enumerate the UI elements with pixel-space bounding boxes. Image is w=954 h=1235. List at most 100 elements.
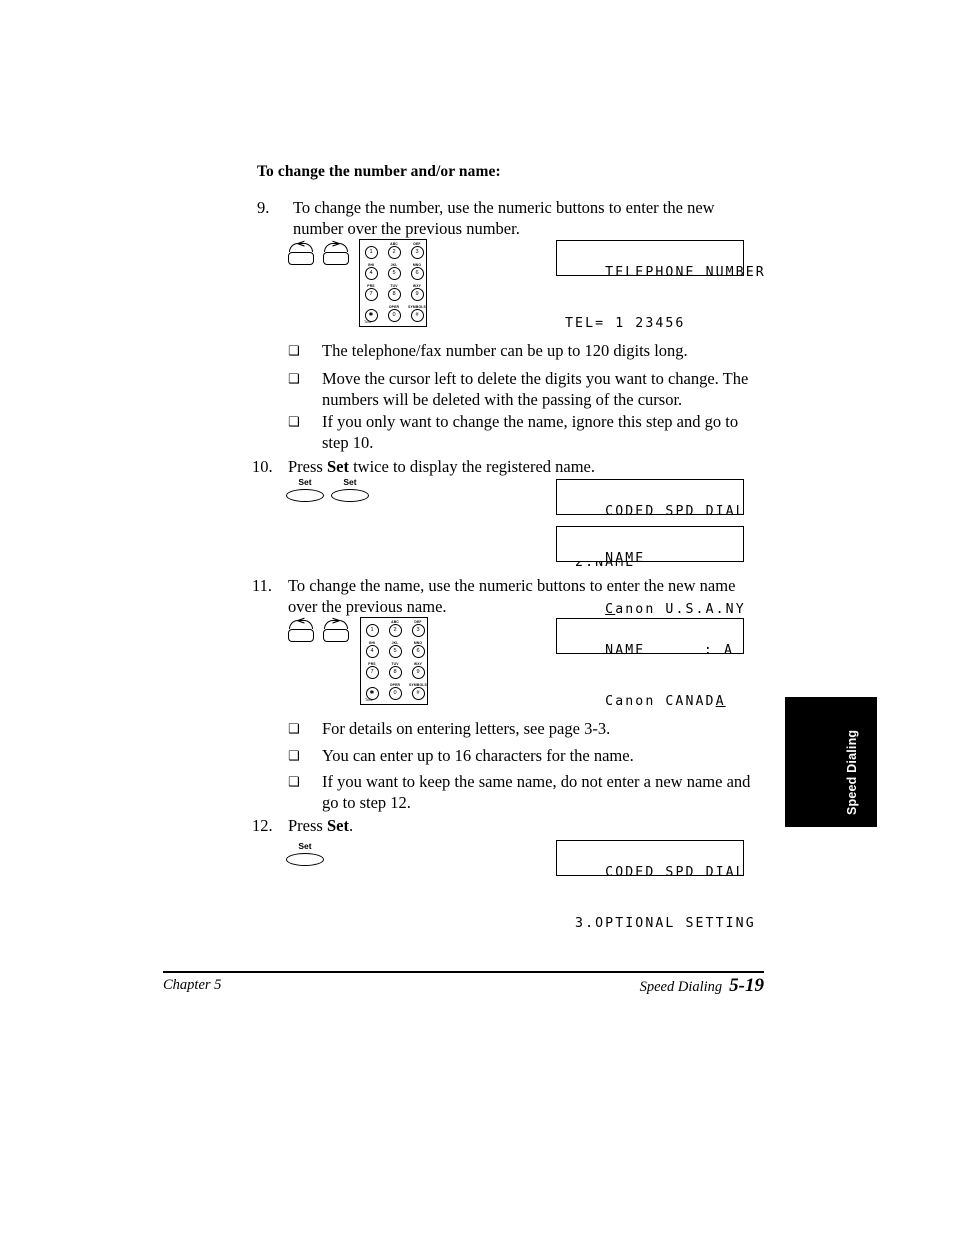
step-10-text-before: Press xyxy=(288,457,327,476)
key-0[interactable]: OPER 0 xyxy=(384,683,406,703)
key-8-letters: TUV xyxy=(390,283,398,288)
footer-page-number: 5-19 xyxy=(729,975,764,996)
lcd-display-coded-spd-dial-name: CODED SPD DIAL 2.NAME xyxy=(556,479,744,570)
set-button-3[interactable]: Set xyxy=(285,841,325,868)
bullet-item: ❑ Move the cursor left to delete the dig… xyxy=(288,368,763,410)
key-6-letters: MNO xyxy=(412,262,422,267)
set-button-2[interactable]: Set xyxy=(330,477,370,504)
key-6[interactable]: MNO 6 xyxy=(406,263,428,283)
page-heading: To change the number and/or name: xyxy=(257,163,501,180)
step-11-text: To change the name, use the numeric butt… xyxy=(288,576,736,616)
step-12: 12. Press Set. xyxy=(252,815,652,836)
side-tab-label: Speed Dialing xyxy=(845,729,859,815)
set-button-label: Set xyxy=(298,841,312,851)
key-2-digit: 2 xyxy=(393,627,397,633)
step-12-number: 12. xyxy=(252,816,273,835)
key-9-letters: WXY xyxy=(412,283,422,288)
step-10-text: Press Set twice to display the registere… xyxy=(288,456,732,477)
numeric-keypad-2[interactable]: 1 ABC 2 DEF 3 GHI 4 JKL 5 MNO 6 PRS 7 TU… xyxy=(360,617,428,705)
key-5[interactable]: JKL 5 xyxy=(383,263,405,283)
key-0[interactable]: OPER 0 xyxy=(383,305,405,325)
key-9-digit: 9 xyxy=(416,669,420,675)
key-1-digit: 1 xyxy=(370,627,374,633)
bullet-text: If you only want to change the name, ign… xyxy=(322,412,739,452)
set-button-label: Set xyxy=(298,477,312,487)
lcd-cursor-char: A xyxy=(715,694,726,709)
key-7-digit: 7 xyxy=(370,669,374,675)
lcd-line-1: NAME xyxy=(605,643,646,658)
key-4[interactable]: GHI 4 xyxy=(360,263,382,283)
lcd-line-2-prefix: Canon CANAD xyxy=(565,694,716,709)
bullet-text: The telephone/fax number can be up to 12… xyxy=(322,341,688,360)
cursor-left-button-1[interactable]: < xyxy=(288,238,314,267)
key-8-digit: 8 xyxy=(392,291,396,297)
key-1[interactable]: 1 xyxy=(360,242,382,262)
button-cap xyxy=(288,252,314,265)
key-7[interactable]: PRS 7 xyxy=(360,284,382,304)
set-button-oval xyxy=(286,489,324,502)
key-9-letters: WXY xyxy=(413,661,423,666)
numeric-keypad-1[interactable]: 1 ABC 2 DEF 3 GHI 4 JKL 5 MNO 6 PRS 7 TU… xyxy=(359,239,427,327)
step-10-text-after: twice to display the registered name. xyxy=(348,457,596,476)
lcd-line-1: CODED SPD DIAL xyxy=(605,865,746,880)
key-7-digit: 7 xyxy=(369,291,373,297)
lcd-line-1: TELEPHONE NUMBER xyxy=(605,265,766,280)
footer-section-label: Speed Dialing xyxy=(639,979,723,995)
footer-chapter: Chapter 5 xyxy=(163,977,222,993)
lcd-display-name-canada: NAME: A Canon CANADA xyxy=(556,618,744,709)
step-12-text-before: Press xyxy=(288,816,327,835)
key-9[interactable]: WXY 9 xyxy=(407,662,429,682)
step-9-text: To change the number, use the numeric bu… xyxy=(293,198,715,238)
key-8[interactable]: TUV 8 xyxy=(383,284,405,304)
cursor-right-button-1[interactable]: > xyxy=(323,238,349,267)
key-hash-digit: # xyxy=(416,690,420,696)
key-5[interactable]: JKL 5 xyxy=(384,641,406,661)
cursor-left-button-2[interactable]: < xyxy=(288,615,314,644)
bullet-item: ❑ If you want to keep the same name, do … xyxy=(288,771,763,813)
lcd-line-2: Canon CANADA xyxy=(565,693,743,710)
key-6-letters: MNO xyxy=(413,640,423,645)
key-hash-letters: SYMBOLS xyxy=(408,304,426,309)
key-2[interactable]: ABC 2 xyxy=(383,242,405,262)
arrow-right-icon: > xyxy=(331,614,341,627)
key-5-letters: JKL xyxy=(391,640,399,645)
lcd-line-2: 3.OPTIONAL SETTING xyxy=(565,916,756,931)
key-3[interactable]: DEF 3 xyxy=(406,242,428,262)
step-10: 10. Press Set twice to display the regis… xyxy=(252,456,732,477)
key-3[interactable]: DEF 3 xyxy=(407,620,429,640)
key-9[interactable]: WXY 9 xyxy=(406,284,428,304)
step-11: 11. To change the name, use the numeric … xyxy=(252,575,752,617)
button-cap xyxy=(288,629,314,642)
manual-page: To change the number and/or name: 9. To … xyxy=(0,0,954,1235)
key-4[interactable]: GHI 4 xyxy=(361,641,383,661)
key-8-letters: TUV xyxy=(391,661,399,666)
button-cap xyxy=(323,252,349,265)
key-4-digit: 4 xyxy=(369,270,373,276)
key-1[interactable]: 1 xyxy=(361,620,383,640)
step-12-bold-set: Set xyxy=(326,816,349,835)
bullet-text: Move the cursor left to delete the digit… xyxy=(322,369,749,409)
key-4-digit: 4 xyxy=(370,648,374,654)
key-hash[interactable]: SYMBOLS # xyxy=(407,683,429,703)
key-7-letters: PRS xyxy=(368,661,376,666)
bullet-text: If you want to keep the same name, do no… xyxy=(322,772,751,812)
key-6[interactable]: MNO 6 xyxy=(407,641,429,661)
tone-label: Tone xyxy=(364,320,372,324)
bullet-item: ❑ For details on entering letters, see p… xyxy=(288,718,763,739)
key-hash[interactable]: SYMBOLS # xyxy=(406,305,428,325)
key-7[interactable]: PRS 7 xyxy=(361,662,383,682)
arrow-left-icon: < xyxy=(296,237,306,250)
key-8-digit: 8 xyxy=(393,669,397,675)
set-button-oval xyxy=(286,853,324,866)
key-3-digit: 3 xyxy=(416,627,420,633)
key-2[interactable]: ABC 2 xyxy=(384,620,406,640)
bullet-item: ❑ If you only want to change the name, i… xyxy=(288,411,763,453)
side-tab-speed-dialing: Speed Dialing xyxy=(785,697,877,827)
cursor-right-button-2[interactable]: > xyxy=(323,615,349,644)
key-3-letters: DEF xyxy=(414,619,422,624)
set-button-1[interactable]: Set xyxy=(285,477,325,504)
key-8[interactable]: TUV 8 xyxy=(384,662,406,682)
key-5-digit: 5 xyxy=(393,648,397,654)
key-4-letters: GHI xyxy=(368,640,376,645)
bullet-glyph: ❑ xyxy=(288,415,300,430)
